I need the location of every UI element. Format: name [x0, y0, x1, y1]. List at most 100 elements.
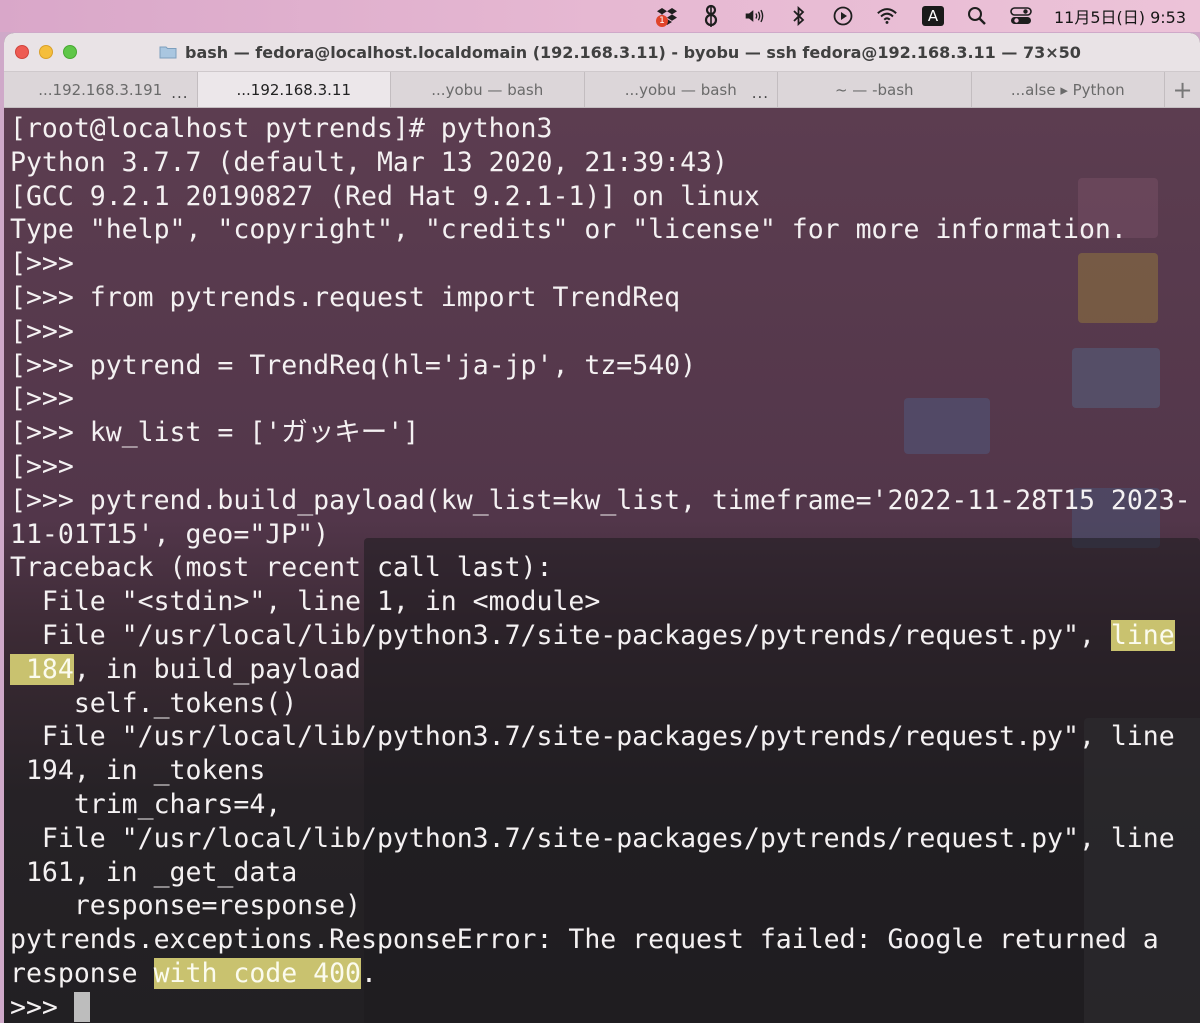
terminal-text: >>> pytrend = TrendReq(hl='ja-jp', tz=54…	[25, 349, 697, 381]
tab-overflow-dots: ...	[751, 84, 769, 102]
menu-clock[interactable]: 11月5日(日) 9:53	[1054, 4, 1186, 28]
terminal-text: [	[10, 113, 26, 144]
terminal-text: >>>	[25, 315, 74, 347]
terminal-text: >>> kw_list = ['ガッキー']	[25, 417, 420, 449]
terminal-line: 194, in _tokens	[10, 754, 1191, 788]
terminal-line: pytrends.exceptions.ResponseError: The r…	[10, 923, 1191, 957]
terminal-text: trim_chars=4,	[10, 788, 282, 820]
play-icon[interactable]	[832, 5, 854, 27]
script-icon[interactable]	[700, 4, 722, 27]
notification-badge: 1	[655, 15, 668, 27]
tab[interactable]: ~ — -bash	[778, 72, 972, 107]
terminal-text: >>> pytrend.build_payload(kw_list=kw_lis…	[25, 484, 1191, 516]
terminal-text: File "/usr/local/lib/python3.7/site-pack…	[10, 822, 1175, 854]
terminal-line: self._tokens()	[10, 687, 1191, 721]
terminal-line: [>>>	[10, 382, 1191, 416]
terminal-text: [	[10, 281, 26, 313]
tab[interactable]: ...192.168.3.191 ...	[4, 72, 198, 107]
terminal-line: File "/usr/local/lib/python3.7/site-pack…	[10, 619, 1191, 653]
terminal-line: >>>	[10, 991, 1191, 1023]
terminal-text: [	[10, 349, 26, 381]
terminal-text: >>>	[25, 383, 74, 415]
tab-label: ...192.168.3.191	[38, 80, 163, 99]
title-bar[interactable]: bash — fedora@localhost.localdomain (192…	[4, 33, 1200, 71]
terminal-text: [	[10, 450, 26, 482]
terminal-line: Traceback (most recent call last):	[10, 551, 1191, 585]
terminal-text: [	[10, 248, 26, 280]
terminal-text: [	[10, 484, 26, 516]
terminal-line: [>>> kw_list = ['ガッキー']	[10, 416, 1191, 450]
tab-label: ...yobu — bash	[431, 80, 544, 99]
terminal-text: Traceback (most recent call last):	[10, 552, 553, 584]
terminal-text: self._tokens()	[10, 687, 298, 719]
terminal-text: root@localhost pytrends]# python3	[25, 113, 553, 144]
folder-icon	[159, 46, 177, 59]
terminal-line: 11-01T15', geo="JP")	[10, 518, 1191, 552]
terminal-text: response=response)	[10, 890, 361, 922]
terminal-line: [GCC 9.2.1 20190827 (Red Hat 9.2.1-1)] o…	[10, 180, 1191, 214]
terminal-window: bash — fedora@localhost.localdomain (192…	[4, 33, 1200, 1023]
terminal-text: Python 3.7.7 (default, Mar 13 2020, 21:3…	[10, 146, 728, 178]
volume-icon[interactable]	[744, 5, 766, 27]
tab[interactable]: ...yobu — bash ...	[585, 72, 778, 107]
terminal-text: >>>	[10, 991, 74, 1023]
terminal-text: >>>	[25, 450, 74, 482]
terminal-line: [>>> from pytrends.request import TrendR…	[10, 281, 1191, 315]
highlighted-text: 184	[10, 653, 74, 685]
terminal-text: response	[10, 957, 154, 989]
tab-label: ...alse ▸ Python	[1010, 80, 1125, 99]
spotlight-icon[interactable]	[966, 5, 988, 27]
terminal-line: [>>>	[10, 247, 1191, 281]
terminal-text: 161, in _get_data	[10, 856, 298, 888]
terminal-line: [root@localhost pytrends]# python3	[10, 112, 1191, 146]
terminal-text: .	[361, 957, 377, 989]
terminal-content[interactable]: [root@localhost pytrends]# python3 Python…	[4, 108, 1200, 1023]
terminal-text: >>> from pytrends.request import TrendRe…	[25, 281, 681, 313]
terminal-text: Type "help", "copyright", "credits" or "…	[10, 214, 1127, 246]
tab-label: ~ — -bash	[834, 80, 914, 99]
terminal-line: [>>>	[10, 450, 1191, 484]
terminal-line: File "/usr/local/lib/python3.7/site-pack…	[10, 720, 1191, 754]
terminal-line: File "/usr/local/lib/python3.7/site-pack…	[10, 822, 1191, 856]
terminal-text: File "/usr/local/lib/python3.7/site-pack…	[10, 619, 1111, 651]
tab[interactable]: ...yobu — bash	[391, 72, 585, 107]
close-button[interactable]	[15, 45, 29, 59]
terminal-text: File "/usr/local/lib/python3.7/site-pack…	[10, 721, 1175, 753]
tab-overflow-dots: ...	[171, 84, 189, 102]
terminal-line: Type "help", "copyright", "credits" or "…	[10, 213, 1191, 247]
tab-bar: ...192.168.3.191 ... ...192.168.3.11 ...…	[4, 71, 1200, 108]
terminal-line: trim_chars=4,	[10, 788, 1191, 822]
terminal-line: Python 3.7.7 (default, Mar 13 2020, 21:3…	[10, 146, 1191, 180]
new-tab-button[interactable]: +	[1165, 72, 1200, 107]
tab-active[interactable]: ...192.168.3.11	[197, 72, 391, 107]
terminal-text: File "<stdin>", line 1, in <module>	[10, 586, 601, 618]
bluetooth-icon[interactable]	[788, 5, 810, 27]
terminal-line: 184, in build_payload	[10, 653, 1191, 687]
tab-label: ...yobu — bash	[624, 80, 737, 99]
terminal-text: pytrends.exceptions.ResponseError: The r…	[10, 924, 1159, 956]
terminal-text: , in build_payload	[73, 653, 362, 685]
terminal-output: [root@localhost pytrends]# python3 Python…	[10, 112, 1191, 1023]
minimize-button[interactable]	[39, 45, 53, 59]
window-title: bash — fedora@localhost.localdomain (192…	[185, 42, 1081, 62]
terminal-text: [GCC 9.2.1 20190827 (Red Hat 9.2.1-1)] o…	[10, 180, 760, 212]
terminal-text: [	[10, 315, 26, 347]
terminal-line: response with code 400.	[10, 957, 1191, 991]
wifi-icon[interactable]	[876, 5, 898, 27]
terminal-text: [	[10, 383, 26, 415]
dropbox-icon[interactable]: 1	[655, 5, 678, 27]
terminal-line: [>>> pytrend.build_payload(kw_list=kw_li…	[10, 484, 1191, 518]
highlighted-text: line	[1110, 619, 1175, 651]
input-source-icon[interactable]: A	[921, 6, 944, 26]
menu-bar: 1 A 11月5日(日) 9:53	[0, 0, 1200, 32]
terminal-text: 194, in _tokens	[10, 755, 266, 787]
terminal-line: 161, in _get_data	[10, 856, 1191, 890]
highlighted-text: with code 400	[153, 957, 362, 989]
terminal-text: [	[10, 417, 26, 449]
zoom-button[interactable]	[63, 45, 77, 59]
terminal-text: >>>	[25, 248, 74, 280]
tab-label: ...192.168.3.11	[236, 80, 352, 99]
control-center-icon[interactable]	[1010, 5, 1032, 27]
terminal-line: [>>>	[10, 315, 1191, 349]
tab[interactable]: ...alse ▸ Python	[972, 72, 1165, 107]
